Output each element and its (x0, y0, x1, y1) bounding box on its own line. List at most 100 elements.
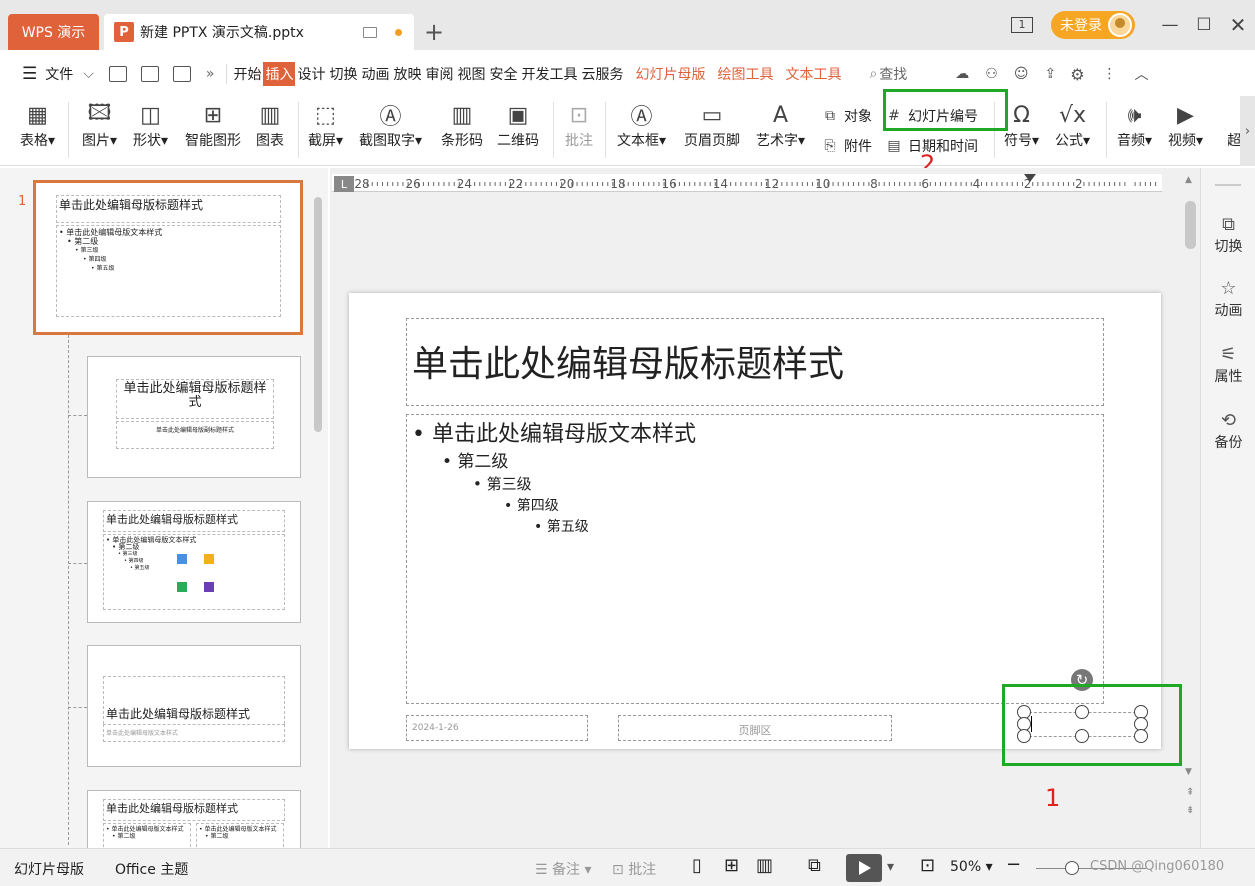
comment-button[interactable]: ⊡ 批注 (565, 100, 593, 152)
indent-marker-icon[interactable] (1024, 174, 1036, 192)
body-level-2[interactable]: • 第二级 (442, 447, 508, 472)
menu-animation[interactable]: 动画 (359, 62, 391, 86)
zoom-out-icon[interactable]: − (1006, 854, 1021, 875)
attachment-button[interactable]: ⎘ 附件 (822, 136, 872, 156)
zoom-slider-handle[interactable] (1065, 861, 1079, 875)
thumbnail-scrollbar[interactable] (313, 175, 323, 845)
prev-slide-icon[interactable]: ⇞ (1186, 787, 1194, 798)
status-comment-button[interactable]: ⊡ 批注 (612, 859, 656, 879)
more-options-icon[interactable]: ⋮ (1103, 66, 1117, 82)
menu-insert[interactable]: 插入 (263, 62, 296, 86)
wps-home-tab[interactable]: WPS 演示 (8, 14, 99, 50)
menu-review[interactable]: 审阅 (423, 62, 455, 86)
print-icon[interactable] (172, 66, 191, 82)
menu-cloud[interactable]: 云服务 (579, 62, 625, 86)
wordart-button[interactable]: A 艺术字▾ (756, 100, 805, 152)
menu-start[interactable]: 开始 (231, 62, 263, 86)
collapse-ribbon-icon[interactable]: ︿ (1135, 64, 1149, 84)
search-box[interactable]: 查找 (879, 64, 907, 84)
login-button[interactable]: 未登录 (1051, 11, 1135, 39)
menu-drawing-tools[interactable]: 绘图工具 (711, 62, 779, 86)
menu-developer[interactable]: 开发工具 (519, 62, 579, 86)
document-tab[interactable]: P 新建 PPTX 演示文稿.pptx (104, 14, 414, 50)
body-level-3[interactable]: • 第三级 (473, 473, 532, 494)
footer-placeholder[interactable]: 页脚区 (618, 715, 892, 741)
export-pdf-icon[interactable] (140, 66, 159, 82)
backup-pane-button[interactable]: ⟲ 备份 (1201, 410, 1255, 452)
body-level-4[interactable]: • 第四级 (504, 495, 559, 515)
close-icon[interactable]: ✕ (1221, 10, 1255, 40)
slideshow-options-chevron-icon[interactable]: ▾ (887, 859, 894, 875)
video-button[interactable]: ▶ 视频▾ (1168, 100, 1203, 152)
scrollbar-thumb[interactable] (1185, 201, 1196, 249)
audio-button[interactable]: 🕪 音频▾ (1117, 100, 1152, 152)
share-user-icon[interactable]: ⚇ (985, 66, 998, 82)
barcode-button[interactable]: ▥ 条形码 (441, 100, 483, 152)
thumbnail-master[interactable]: 单击此处编辑母版标题样式 • 单击此处编辑母版文本样式 • 第二级 • 第三级 … (33, 180, 303, 335)
ribbon-scroll-right-icon[interactable]: › (1240, 96, 1255, 166)
menu-slideshow[interactable]: 放映 (391, 62, 423, 86)
menu-view[interactable]: 视图 (455, 62, 487, 86)
header-footer-button[interactable]: ▭ 页眉页脚 (684, 100, 740, 152)
menu-design[interactable]: 设计 (295, 62, 327, 86)
scroll-up-icon[interactable]: ▲ (1185, 175, 1192, 185)
formula-button[interactable]: √x 公式▾ (1055, 100, 1090, 152)
body-placeholder[interactable] (406, 414, 1104, 704)
canvas-scrollbar[interactable]: ▲ ▼ ⇞ ⇟ (1184, 175, 1198, 845)
reading-view-icon[interactable]: ▥ (756, 855, 773, 876)
upload-icon[interactable]: ⇪ (1044, 66, 1056, 82)
date-placeholder[interactable]: 2024-1-26 (406, 715, 588, 741)
animation-pane-button[interactable]: ☆ 动画 (1201, 278, 1255, 320)
symbol-button[interactable]: Ω 符号▾ (1004, 100, 1039, 152)
notes-button[interactable]: ☰ 备注 ▾ (535, 859, 592, 879)
master-title-text[interactable]: 单击此处编辑母版标题样式 (412, 335, 844, 387)
view-mode-label[interactable]: 幻灯片母版 (14, 859, 84, 879)
hamburger-icon[interactable]: ☰ (22, 64, 37, 84)
menu-security[interactable]: 安全 (487, 62, 519, 86)
save-icon[interactable] (108, 66, 127, 82)
tab-stop-icon[interactable]: L (334, 176, 354, 192)
more-ribbon-button[interactable]: 超 (1228, 100, 1240, 152)
maximize-icon[interactable]: ☐ (1187, 10, 1221, 40)
horizontal-ruler[interactable]: 28 26 24 22 20 18 16 14 12 10 8 6 4 2 2 (332, 174, 1162, 192)
shape-button[interactable]: ◫ 形状▾ (133, 100, 168, 152)
normal-view-icon[interactable]: ▯ (692, 855, 702, 876)
file-menu[interactable]: 文件 (43, 62, 75, 86)
chat-icon[interactable]: ☺ (1014, 66, 1029, 82)
picture-button[interactable]: 🖾 图片▾ (82, 100, 117, 152)
zoom-level[interactable]: 50% ▾ (950, 859, 993, 875)
play-slideshow-button[interactable] (846, 854, 882, 882)
menu-text-tools[interactable]: 文本工具 (779, 62, 847, 86)
new-tab-button[interactable]: + (424, 18, 444, 46)
slide-sorter-icon[interactable]: ⊞ (724, 855, 739, 876)
transition-pane-button[interactable]: ⧉ 切换 (1201, 214, 1255, 256)
chart-button[interactable]: ▥ 图表 (256, 100, 284, 152)
properties-pane-button[interactable]: ⚟ 属性 (1201, 344, 1255, 386)
thumbnail-layout-two-content[interactable]: 单击此处编辑母版标题样式 • 单击此处编辑母版文本样式 • 第二级 • 单击此处编… (87, 790, 301, 850)
screenshot-button[interactable]: ⬚ 截屏▾ (308, 100, 343, 152)
layout-toggle-icon[interactable]: 1 (1005, 10, 1039, 40)
menu-slide-master[interactable]: 幻灯片母版 (629, 62, 711, 86)
search-icon[interactable]: ⌕ (869, 66, 877, 82)
monitor-icon[interactable] (363, 26, 377, 38)
more-chevron-icon[interactable]: » (206, 66, 215, 82)
body-level-1[interactable]: • 单击此处编辑母版文本样式 (412, 416, 696, 448)
thumbnail-layout-section[interactable]: 单击此处编辑母版标题样式 单击此处编辑母版文本样式 (87, 645, 301, 767)
gear-icon[interactable]: ⚙ (1070, 65, 1084, 84)
theme-label[interactable]: Office 主题 (115, 859, 188, 879)
cloud-sync-icon[interactable]: ☁ (955, 66, 969, 82)
minimize-icon[interactable]: — (1153, 10, 1187, 40)
fit-window-icon[interactable]: ⊡ (920, 855, 935, 876)
scroll-down-icon[interactable]: ▼ (1185, 767, 1192, 777)
textbox-button[interactable]: Ⓐ 文本框▾ (617, 100, 666, 152)
table-button[interactable]: ▦ 表格▾ (20, 100, 55, 152)
scrollbar-thumb[interactable] (314, 197, 322, 432)
qrcode-button[interactable]: ▣ 二维码 (497, 100, 539, 152)
cast-icon[interactable]: ⧉ (808, 855, 821, 876)
body-level-5[interactable]: • 第五级 (534, 516, 589, 536)
next-slide-icon[interactable]: ⇟ (1186, 805, 1194, 816)
object-button[interactable]: ⧉ 对象 (822, 106, 872, 126)
menu-transition[interactable]: 切换 (327, 62, 359, 86)
chevron-down-icon[interactable]: ⌵ (83, 66, 94, 82)
thumbnail-layout-content[interactable]: 单击此处编辑母版标题样式 • 单击此处编辑母版文本样式 • 第二级 • 第三级 … (87, 501, 301, 623)
